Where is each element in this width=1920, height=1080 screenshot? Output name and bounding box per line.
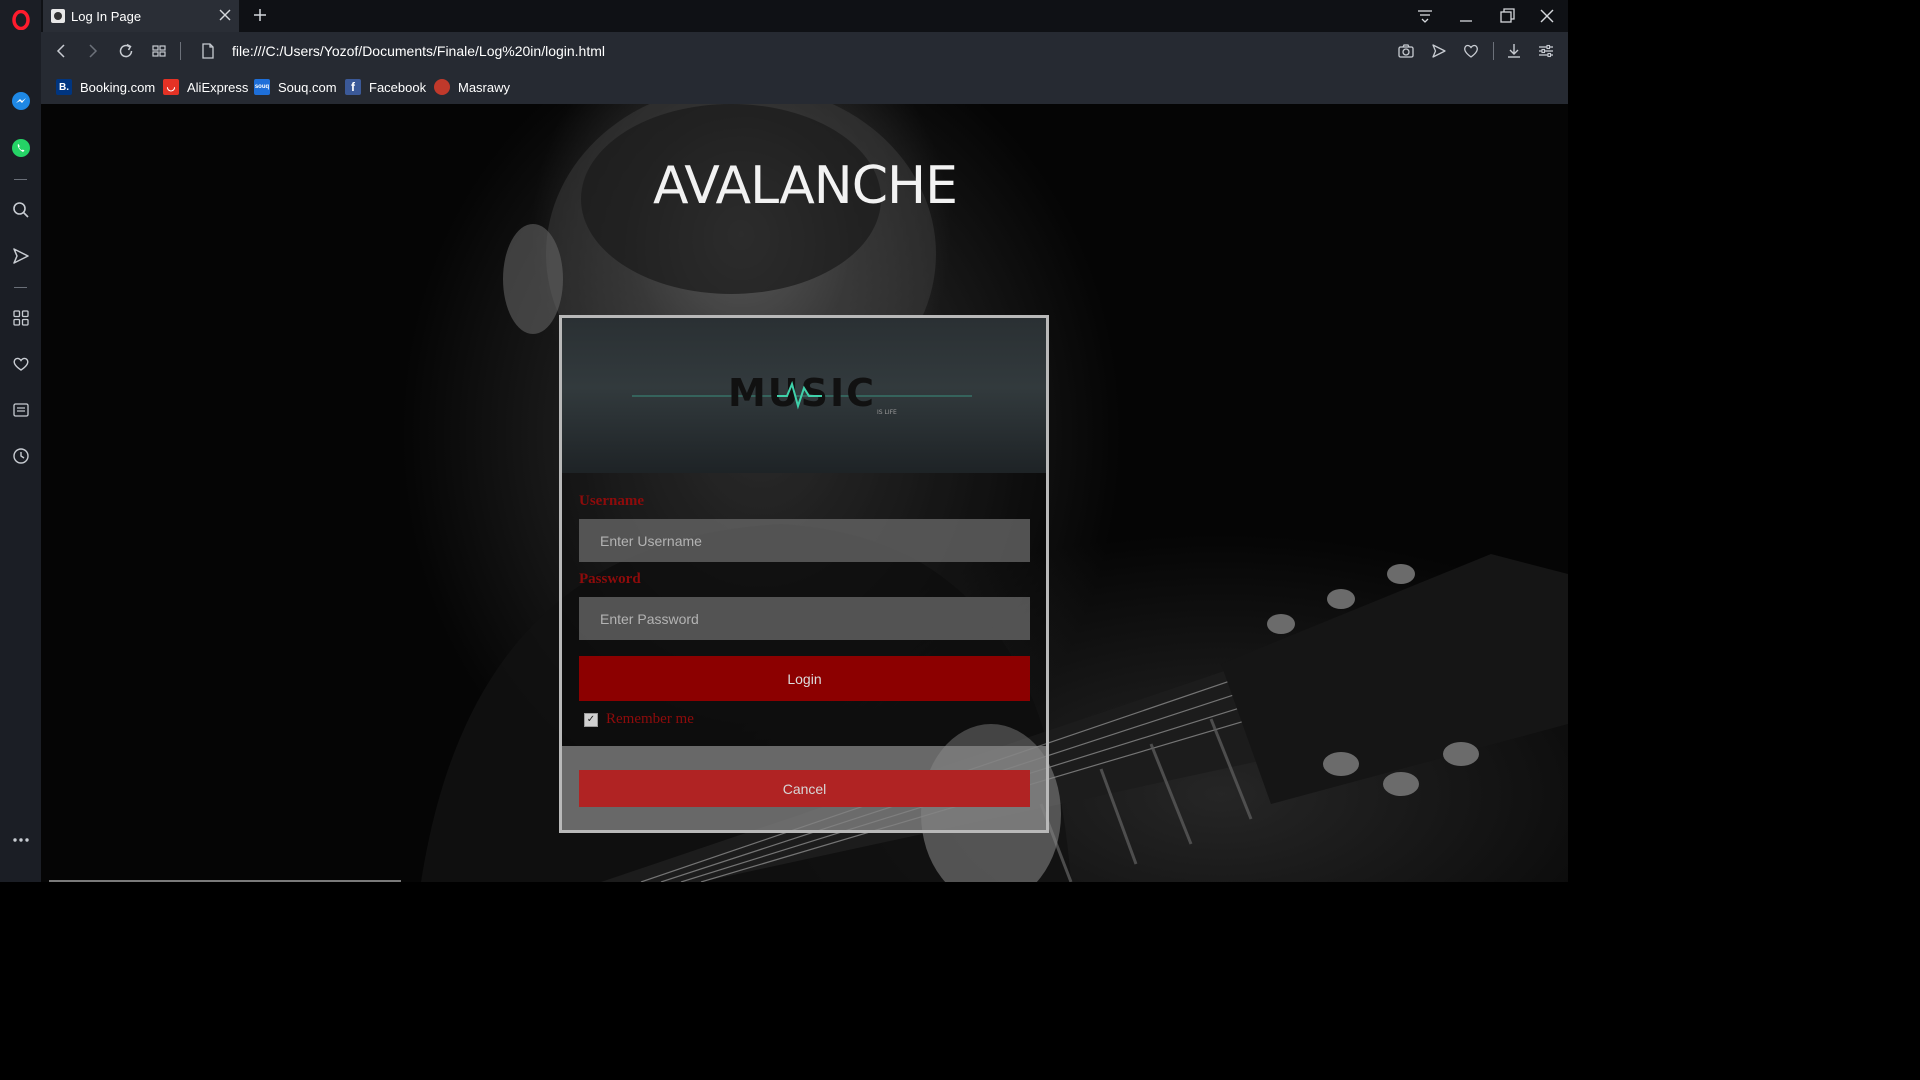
page-viewport: AVALANCHE MUSIC IS LIFE Username Passwor… [41,104,1568,882]
close-window-icon[interactable] [1537,6,1557,26]
heart-icon[interactable] [0,347,41,381]
sidebar-divider [14,287,27,288]
music-logo: MUSIC IS LIFE [632,371,972,416]
snapshot-camera-icon[interactable] [1396,41,1416,61]
bookmark-masrawy[interactable]: Masrawy [434,77,510,97]
send-to-flow-icon[interactable] [1429,41,1449,61]
bookmark-booking[interactable]: B. Booking.com [56,77,155,97]
minimize-icon[interactable] [1456,6,1476,26]
address-divider [180,42,181,60]
bookmarks-bar: B. Booking.com ◡ AliExpress souq Souq.co… [41,70,1568,104]
back-icon[interactable] [51,41,71,61]
bookmark-aliexpress[interactable]: ◡ AliExpress [163,77,248,97]
password-label: Password [579,571,641,587]
bookmark-label: Facebook [369,79,427,95]
cancel-area: Cancel [562,746,1046,830]
masrawy-icon [434,79,450,95]
bookmark-label: Souq.com [278,79,337,95]
news-icon[interactable] [0,393,41,427]
site-title: AVALANCHE [653,156,958,216]
sidebar-divider [14,179,27,180]
cancel-button[interactable]: Cancel [579,770,1030,807]
souq-icon: souq [254,79,270,95]
username-input[interactable] [579,519,1030,562]
tab-log-in-page[interactable]: Log In Page [43,0,239,32]
download-icon[interactable] [1504,41,1524,61]
bookmark-facebook[interactable]: f Facebook [345,77,426,97]
whatsapp-icon[interactable] [0,131,41,165]
new-tab-icon[interactable] [251,6,269,24]
reload-icon[interactable] [116,41,136,61]
music-banner: MUSIC IS LIFE [562,318,1046,473]
page-favicon-icon [51,9,65,23]
facebook-icon: f [345,79,361,95]
bookmark-label: Booking.com [80,79,156,95]
more-icon[interactable] [0,823,41,857]
tab-bar: Log In Page [41,0,1568,32]
password-input[interactable] [579,597,1030,640]
tab-title: Log In Page [71,8,142,24]
opera-logo-icon[interactable] [0,3,41,37]
bookmark-label: Masrawy [458,79,511,95]
aliexpress-icon: ◡ [163,79,179,95]
send-icon[interactable] [0,239,41,273]
horizontal-scrollbar[interactable] [49,880,401,882]
remember-me-row: ✓ Remember me [584,711,694,728]
remember-me-label: Remember me [606,711,694,727]
music-logo-subtext: IS LIFE [877,409,897,416]
tabs-grid-icon[interactable] [149,41,169,61]
bookmark-heart-icon[interactable] [1461,41,1481,61]
remember-me-checkbox[interactable]: ✓ [584,712,598,727]
history-icon[interactable] [0,439,41,473]
username-label: Username [579,493,644,509]
url-field[interactable]: file:///C:/Users/Yozof/Documents/Finale/… [232,43,605,59]
bookmark-souq[interactable]: souq Souq.com [254,77,337,97]
restore-icon[interactable] [1497,6,1517,26]
browser-sidebar [0,0,41,882]
bookmark-label: AliExpress [187,79,249,95]
tab-menu-icon[interactable] [1415,6,1435,26]
easy-setup-icon[interactable] [1536,41,1556,61]
address-bar: file:///C:/Users/Yozof/Documents/Finale/… [41,32,1568,70]
speed-dial-icon[interactable] [0,301,41,335]
close-tab-icon[interactable] [217,7,233,23]
booking-icon: B. [56,79,72,95]
file-page-icon[interactable] [198,41,218,61]
search-icon[interactable] [0,193,41,227]
messenger-icon[interactable] [0,84,41,118]
login-form: MUSIC IS LIFE Username Password Login ✓ … [559,315,1049,833]
forward-icon[interactable] [83,41,103,61]
login-button[interactable]: Login [579,656,1030,701]
address-divider [1493,42,1494,60]
